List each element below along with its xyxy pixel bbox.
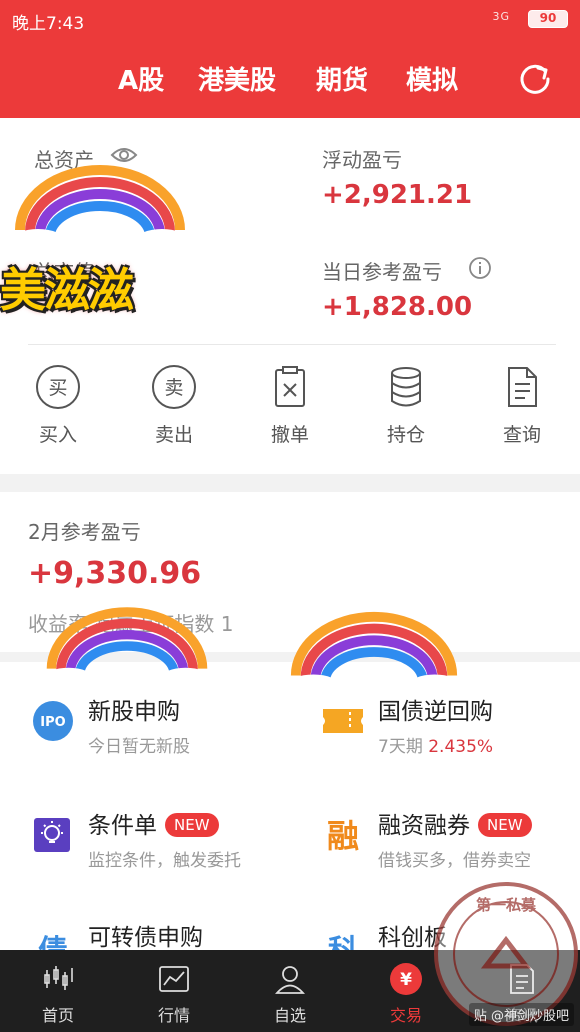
floating-pl-label: 浮动盈亏: [322, 148, 402, 172]
total-market-label: 总市值: [34, 260, 94, 284]
battery-indicator: 90: [528, 10, 568, 28]
svg-text:融: 融: [327, 817, 359, 855]
query-icon: [508, 367, 537, 407]
cancel-order-label: 撤单: [270, 424, 309, 446]
tab-hk-us-stocks[interactable]: 港美股: [198, 60, 276, 97]
status-bar: 晚上7:43 3G 90: [0, 0, 580, 38]
status-time: 晚上7:43: [12, 14, 85, 34]
cancel-order-icon: [275, 366, 305, 407]
yield-comparison: 收益率 跑赢上证指数 1: [28, 612, 234, 636]
new-badge: NEW: [478, 813, 532, 837]
svg-text:¥: ¥: [400, 970, 412, 990]
sell-label: 卖出: [154, 424, 193, 446]
info-icon[interactable]: [468, 256, 492, 280]
reverse-repo-rate: 2.435%: [428, 737, 494, 757]
trade-yen-icon: ¥: [390, 963, 422, 995]
ipo-icon: IPO: [33, 701, 73, 741]
top-nav: A股 港美股 期货 模拟: [0, 38, 580, 118]
total-assets-label: 总资产: [34, 148, 94, 172]
holdings-icon: [391, 367, 421, 407]
nav-watchlist-label: 自选: [273, 1006, 306, 1025]
margin-icon: 融: [327, 817, 359, 855]
nav-home[interactable]: 首页: [0, 950, 116, 1032]
monthly-pl-card[interactable]: 2月参考盈亏 +9,330.96 收益率 跑赢上证指数 1: [0, 492, 580, 652]
ticket-icon: [323, 709, 363, 733]
daily-pl-label: 当日参考盈亏: [322, 260, 442, 284]
conditional-order-title: 条件单 NEW: [88, 806, 219, 840]
buy-icon: 买: [36, 365, 80, 409]
tab-a-shares[interactable]: A股: [118, 60, 164, 97]
watchlist-user-icon: [275, 966, 305, 994]
eye-icon[interactable]: [110, 145, 138, 165]
nav-market[interactable]: 行情: [116, 950, 232, 1032]
buy-label: 买入: [38, 424, 77, 446]
sell-icon: 卖: [152, 365, 196, 409]
floating-pl-value: +2,921.21: [322, 180, 473, 210]
query-label: 查询: [502, 424, 541, 446]
buy-button[interactable]: 买 买入: [8, 364, 108, 447]
monthly-pl-value: +9,330.96: [28, 556, 202, 591]
daily-pl-value: +1,828.00: [322, 292, 473, 322]
seal-text: 第一私募: [476, 896, 537, 914]
lightbulb-icon: [34, 818, 70, 852]
margin-trading-item[interactable]: 融 融资融券 NEW 借钱买多，借券卖空: [322, 806, 572, 876]
reverse-repo-subtitle: 7天期 2.435%: [378, 737, 494, 757]
holdings-label: 持仓: [386, 424, 425, 446]
svg-text:买: 买: [48, 377, 67, 399]
holdings-button[interactable]: 持仓: [356, 364, 456, 447]
watermark: 贴 @神剑炒股吧: [468, 1003, 574, 1026]
conditional-order-subtitle: 监控条件，触发委托: [88, 851, 241, 871]
conditional-order-item[interactable]: 条件单 NEW 监控条件，触发委托: [32, 806, 292, 876]
ipo-subtitle: 今日暂无新股: [88, 737, 190, 757]
ipo-subscribe-item[interactable]: IPO 新股申购 今日暂无新股: [32, 692, 282, 762]
convertible-bond-title: 可转债申购: [88, 925, 203, 951]
cancel-order-button[interactable]: 撤单: [240, 364, 340, 447]
monthly-pl-label: 2月参考盈亏: [28, 520, 141, 544]
nav-home-label: 首页: [41, 1006, 74, 1025]
margin-trading-title: 融资融券 NEW: [378, 806, 532, 840]
new-badge: NEW: [165, 813, 219, 837]
nav-watchlist[interactable]: 自选: [232, 950, 348, 1032]
convertible-bond-item[interactable]: 债 可转债申购: [32, 918, 282, 969]
sell-button[interactable]: 卖 卖出: [124, 364, 224, 447]
reverse-repo-item[interactable]: 国债逆回购 7天期 2.435%: [322, 692, 572, 762]
refresh-icon[interactable]: [518, 62, 552, 96]
tab-simulation[interactable]: 模拟: [406, 60, 458, 97]
market-icon: [159, 966, 189, 992]
svg-text:IPO: IPO: [40, 715, 65, 730]
margin-trading-subtitle: 借钱买多，借券卖空: [378, 851, 531, 871]
reverse-repo-title: 国债逆回购: [378, 699, 493, 725]
nav-market-label: 行情: [157, 1006, 190, 1025]
assets-card: 总资产 浮动盈亏 +2,921.21 总市值 当日参考盈亏 +1,828.00 …: [0, 118, 580, 474]
tab-futures[interactable]: 期货: [316, 60, 368, 97]
divider: [28, 344, 556, 345]
quick-actions: 买 买入 卖 卖出 撤单 持仓 查询: [0, 364, 580, 464]
signal-indicator: 3G: [492, 10, 510, 23]
query-button[interactable]: 查询: [472, 364, 572, 447]
home-chart-icon: [44, 966, 73, 990]
svg-text:卖: 卖: [164, 377, 183, 399]
ipo-title: 新股申购: [88, 699, 180, 725]
